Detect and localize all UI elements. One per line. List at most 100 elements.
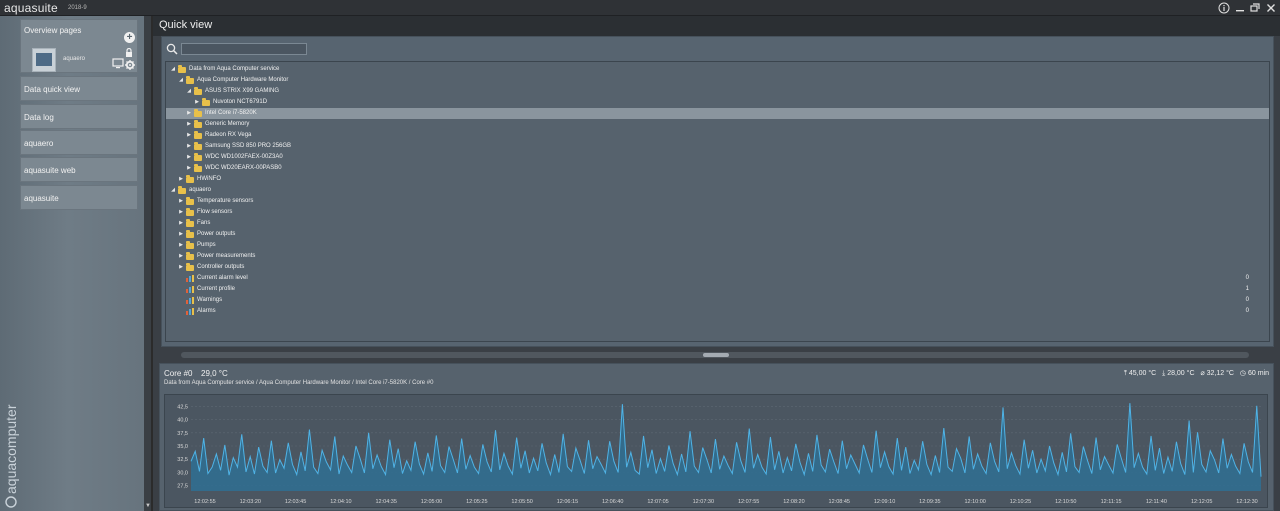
search-input[interactable]: [181, 43, 307, 55]
splitter-handle[interactable]: [703, 353, 729, 357]
folder-icon: [194, 109, 202, 117]
collapse-icon[interactable]: ◢: [170, 64, 176, 75]
tree-value-row[interactable]: Warnings 0: [166, 295, 1269, 306]
panel-splitter[interactable]: [181, 352, 1249, 358]
x-tick-label: 12:04:10: [330, 499, 351, 505]
minimize-icon[interactable]: [1234, 2, 1246, 14]
tree-node[interactable]: ◢ Data from Aqua Computer service: [166, 64, 1269, 75]
tree-node[interactable]: ▶ Power measurements: [166, 251, 1269, 262]
tree-node[interactable]: ▶ Nuvoton NCT6791D: [166, 97, 1269, 108]
tree-node[interactable]: ▶ Pumps: [166, 240, 1269, 251]
sidebar-item-aquasuite-web[interactable]: aquasuite web: [20, 157, 138, 182]
folder-icon: [186, 241, 194, 249]
tree-node[interactable]: ▶ Samsung SSD 850 PRO 256GB: [166, 141, 1269, 152]
tree-node[interactable]: ▶ Generic Memory: [166, 119, 1269, 130]
search-icon[interactable]: [166, 43, 178, 55]
time-range[interactable]: ◷ 60 min: [1240, 370, 1269, 377]
tree-node-label: Current alarm level: [197, 275, 248, 281]
expand-icon[interactable]: ▶: [178, 207, 184, 218]
expand-icon[interactable]: ▶: [186, 130, 192, 141]
gear-icon[interactable]: [125, 60, 135, 70]
info-icon[interactable]: [1218, 2, 1230, 14]
expand-icon[interactable]: ▶: [186, 163, 192, 174]
expand-icon[interactable]: ▶: [178, 174, 184, 185]
folder-icon: [194, 131, 202, 139]
brand-text: aquacomputer: [3, 404, 19, 494]
expand-icon[interactable]: ▶: [178, 262, 184, 273]
expand-icon[interactable]: ▶: [178, 196, 184, 207]
page-title: Quick view: [159, 19, 213, 31]
tree-node[interactable]: ▶ Intel Core i7-5820K: [166, 108, 1269, 119]
collapse-icon[interactable]: ◢: [186, 86, 192, 97]
tree-node-label: Radeon RX Vega: [205, 132, 252, 138]
y-tick-label: 42,5: [177, 404, 188, 410]
tree-node-label: Pumps: [197, 242, 216, 248]
tree-node[interactable]: ▶ Controller outputs: [166, 262, 1269, 273]
expand-icon[interactable]: ▶: [178, 240, 184, 251]
sidebar-item-data-log[interactable]: Data log: [20, 104, 138, 129]
expand-icon[interactable]: ▶: [194, 97, 200, 108]
x-tick-label: 12:12:05: [1191, 499, 1212, 505]
x-tick-label: 12:07:05: [647, 499, 668, 505]
close-icon[interactable]: [1265, 2, 1277, 14]
tree-node[interactable]: ▶ Fans: [166, 218, 1269, 229]
expand-icon[interactable]: ▶: [178, 229, 184, 240]
sidebar-scrollbar[interactable]: ▼: [144, 16, 151, 511]
tree-node[interactable]: ▶ Temperature sensors: [166, 196, 1269, 207]
app-name: aquasuite: [4, 1, 58, 15]
x-tick-label: 12:05:00: [421, 499, 442, 505]
collapse-icon[interactable]: ◢: [178, 75, 184, 86]
expand-icon[interactable]: ▶: [186, 152, 192, 163]
tree-node-label: Samsung SSD 850 PRO 256GB: [205, 143, 292, 149]
x-tick-label: 12:11:40: [1146, 499, 1167, 505]
x-tick-label: 12:12:30: [1236, 499, 1257, 505]
chart-panel: Core #0 29,0 °C Data from Aqua Computer …: [159, 363, 1274, 511]
folder-icon: [186, 230, 194, 238]
sensor-path: Data from Aqua Computer service / Aqua C…: [164, 380, 434, 386]
series-area: [191, 403, 1261, 491]
tree-node[interactable]: ▶ Radeon RX Vega: [166, 130, 1269, 141]
tree-node[interactable]: ▶ Flow sensors: [166, 207, 1269, 218]
sidebar-item-data-quick-view[interactable]: Data quick view: [20, 76, 138, 101]
tree-value-row[interactable]: Current alarm level 0: [166, 273, 1269, 284]
folder-icon: [186, 197, 194, 205]
avg-value: ⌀ 32,12 °C: [1200, 370, 1234, 377]
expand-icon[interactable]: ▶: [186, 141, 192, 152]
folder-icon: [202, 98, 210, 106]
add-page-icon[interactable]: +: [124, 32, 135, 43]
tree-node[interactable]: ▶ WDC WD1002FAEX-00Z3A0: [166, 152, 1269, 163]
temperature-chart: 42,5 40,0 37,5 35,0 32,5 30,0 27,5 12:02:55 12:0…: [177, 403, 1262, 505]
folder-icon: [194, 153, 202, 161]
expand-icon[interactable]: ▶: [186, 119, 192, 130]
collapse-icon[interactable]: ◢: [170, 185, 176, 196]
overview-pages-block[interactable]: Overview pages + aquaero: [20, 19, 138, 73]
tree-node[interactable]: ◢ ASUS STRIX X99 GAMING: [166, 86, 1269, 97]
tree-node[interactable]: ◢ aquaero: [166, 185, 1269, 196]
tree-node[interactable]: ▶ WDC WD20EARX-00PASB0: [166, 163, 1269, 174]
sidebar: Overview pages + aquaero Data quick view…: [0, 16, 151, 511]
scroll-down-icon[interactable]: ▼: [145, 503, 151, 509]
expand-icon[interactable]: ▶: [178, 218, 184, 229]
chart-area[interactable]: 42,5 40,0 37,5 35,0 32,5 30,0 27,5 12:02:55 12:0…: [164, 394, 1268, 508]
lock-icon[interactable]: [126, 48, 132, 58]
expand-icon[interactable]: ▶: [178, 251, 184, 262]
tree-node[interactable]: ▶ HWiNFO: [166, 174, 1269, 185]
tree-value-row[interactable]: Alarms 0: [166, 306, 1269, 317]
tree-node-label: Aqua Computer Hardware Monitor: [197, 77, 289, 83]
restore-icon[interactable]: [1249, 2, 1261, 14]
tree-node[interactable]: ▶ Power outputs: [166, 229, 1269, 240]
x-tick-label: 12:10:00: [964, 499, 985, 505]
folder-icon: [186, 263, 194, 271]
tree-value-row[interactable]: Current profile 1: [166, 284, 1269, 295]
tree-node-label: Generic Memory: [205, 121, 250, 127]
tree-node[interactable]: ◢ Aqua Computer Hardware Monitor: [166, 75, 1269, 86]
x-tick-label: 12:03:45: [285, 499, 306, 505]
page-thumbnail[interactable]: [32, 48, 56, 72]
sidebar-item-aquasuite[interactable]: aquasuite: [20, 185, 138, 210]
sidebar-item-aquaero[interactable]: aquaero: [20, 130, 138, 155]
y-tick-label: 30,0: [177, 470, 188, 476]
tree-node-value: 0: [1245, 297, 1249, 303]
folder-icon: [194, 164, 202, 172]
monitor-icon[interactable]: [112, 58, 124, 69]
expand-icon[interactable]: ▶: [186, 108, 192, 119]
